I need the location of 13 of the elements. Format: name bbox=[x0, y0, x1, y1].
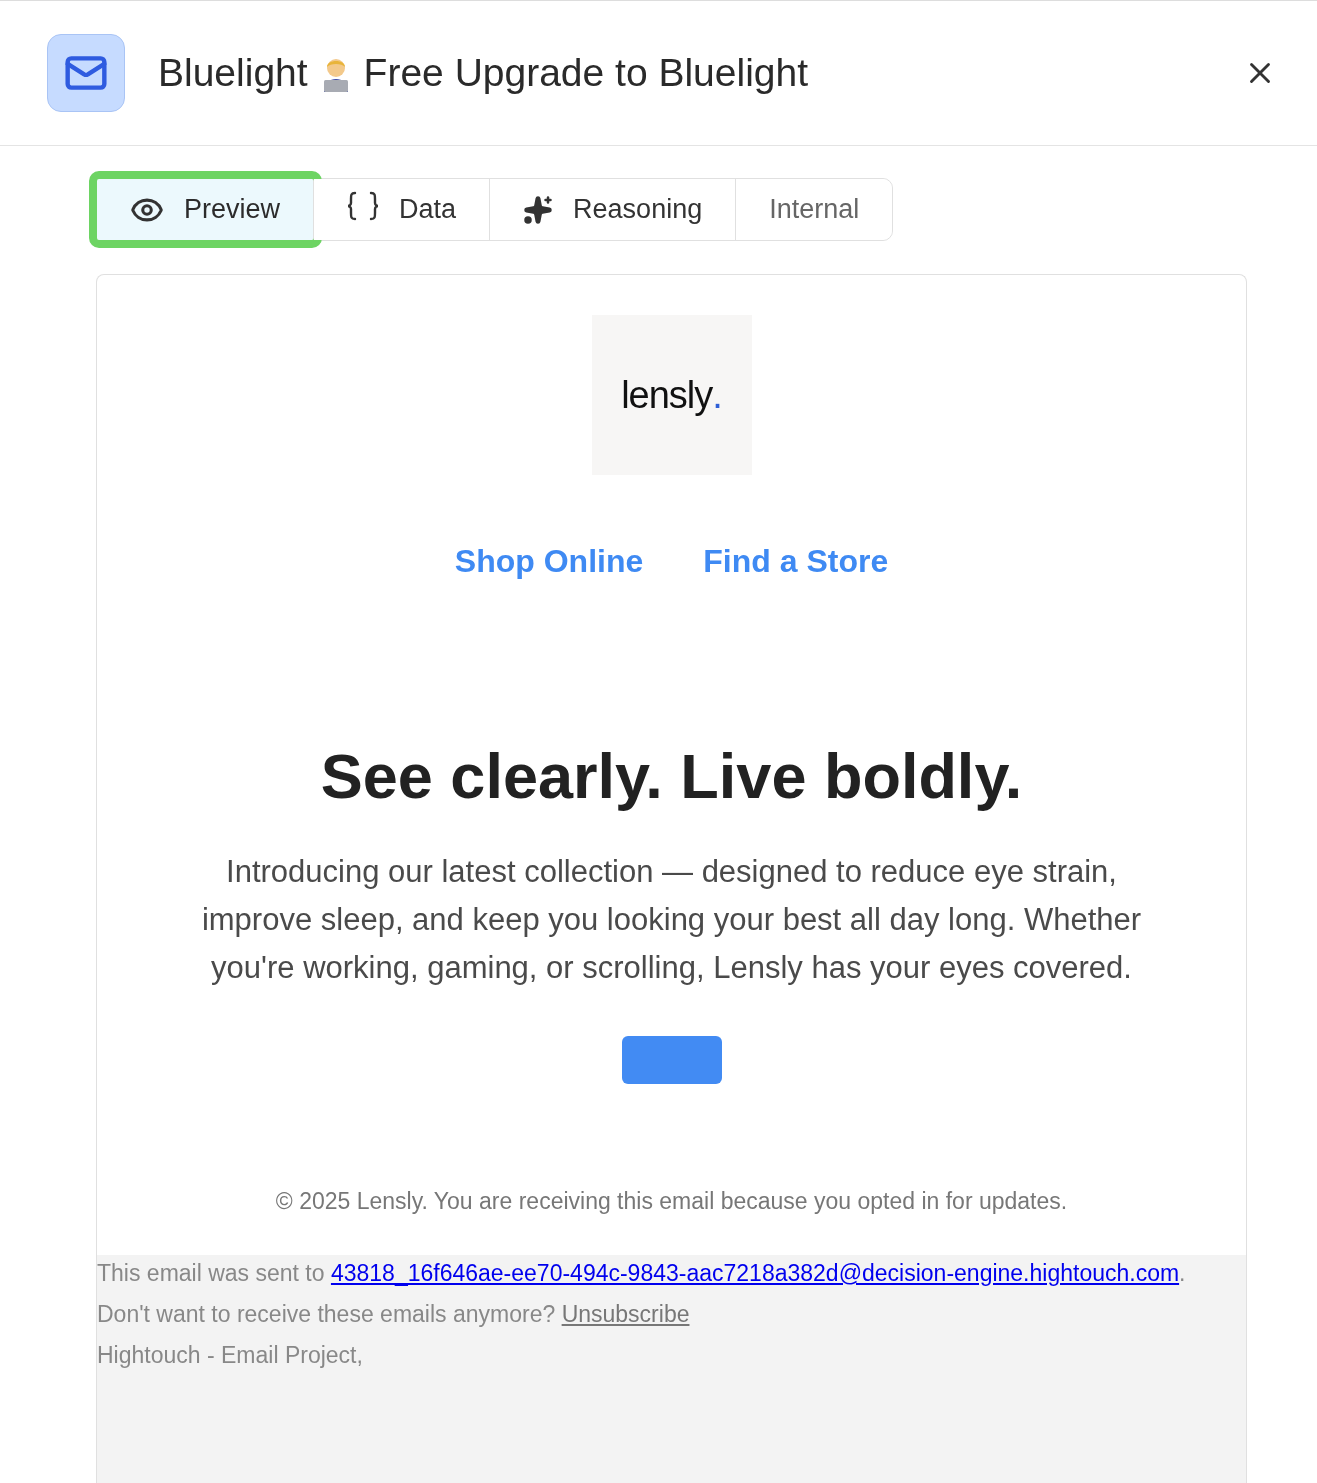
intro-paragraph: Introducing our latest collection — designed to reduce eye strain, improve sleep, and keep you looking your best all day long. Whether you're working, gaming, or scrolling, Lensly has your eyes covered. bbox=[200, 853, 1143, 987]
tab[interactable]: Data bbox=[314, 179, 491, 240]
headline: See clearly. Live boldly. bbox=[320, 740, 1023, 812]
recipient-line: This email was sent to 43818_16f646ae-ee70-494c-9843-aac7218a382d@decision-engine.hightouch.com. bbox=[97, 1259, 1187, 1288]
sparkles-icon bbox=[523, 194, 554, 225]
dialog-title: Free Upgrade to Bluelight bbox=[363, 51, 809, 95]
brand-logo: lensly. bbox=[591, 315, 752, 475]
sender-line: Hightouch - Email Project, bbox=[97, 1341, 364, 1370]
unsubscribe-link[interactable]: Unsubscribe bbox=[561, 1301, 690, 1327]
dialog-title: Bluelight bbox=[158, 51, 308, 95]
unsubscribe-line: Don't want to receive these emails anymore? Unsubscribe bbox=[97, 1300, 691, 1329]
email-address-link[interactable]: 43818_16f646ae-ee70-494c-9843-aac7218a382d@decision-engine.hightouch.com bbox=[330, 1260, 1180, 1286]
copyright-note: © 2025 Lensly. You are receiving this email because you opted in for updates. bbox=[275, 1188, 1068, 1215]
